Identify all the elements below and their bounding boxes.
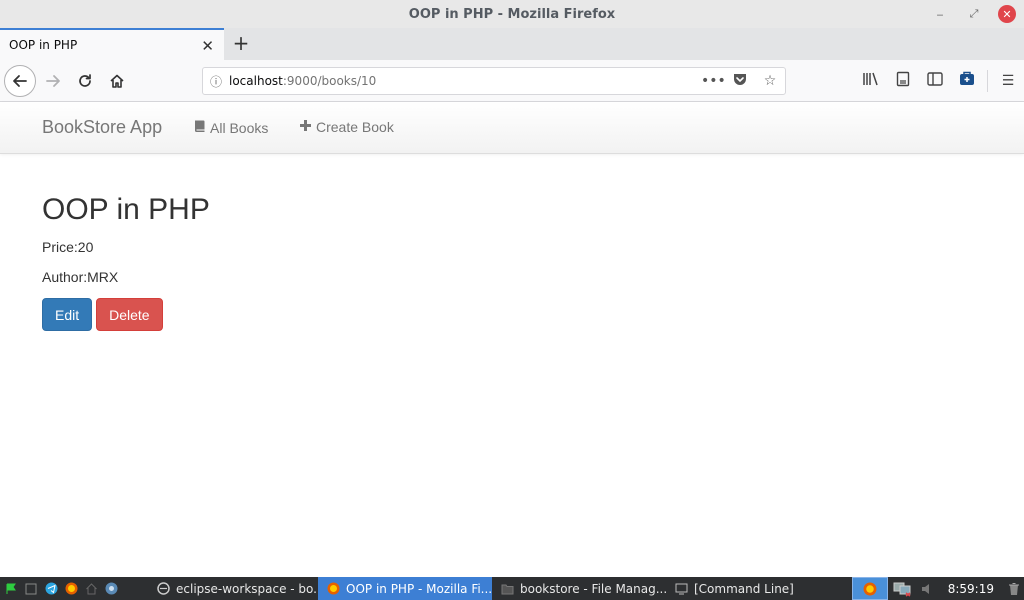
terminal-icon bbox=[674, 582, 688, 596]
clock[interactable]: 8:59:19 bbox=[938, 577, 1004, 600]
system-tray: 8:59:19 bbox=[851, 577, 1024, 600]
nav-link-label: Create Book bbox=[316, 119, 394, 135]
nav-link-create-book[interactable]: Create Book bbox=[299, 119, 394, 135]
folder-icon bbox=[500, 582, 514, 596]
task-label: bookstore - File Manag... bbox=[520, 581, 666, 596]
sidebar-icon[interactable] bbox=[919, 72, 951, 90]
toolbar-right: ☰ bbox=[855, 68, 1024, 94]
tab-oop-in-php[interactable]: OOP in PHP ✕ bbox=[0, 28, 224, 60]
browser-toolbar: ⓘ localhost:9000/books/10 ••• ☆ ☰ bbox=[0, 60, 1024, 102]
firefox-launcher-icon[interactable] bbox=[64, 582, 78, 596]
task-file-manager[interactable]: bookstore - File Manag... bbox=[492, 577, 666, 600]
close-window-button[interactable]: ✕ bbox=[998, 5, 1016, 23]
reload-button[interactable] bbox=[70, 66, 100, 96]
new-tab-button[interactable]: + bbox=[230, 30, 252, 56]
forward-button[interactable] bbox=[38, 66, 68, 96]
minimize-button[interactable]: ‒ bbox=[930, 4, 950, 24]
task-eclipse[interactable]: eclipse-workspace - bo... bbox=[148, 577, 318, 600]
back-icon bbox=[13, 75, 27, 87]
book-author: Author:MRX bbox=[42, 269, 119, 285]
window-titlebar: OOP in PHP - Mozilla Firefox ‒ ⤢ ✕ bbox=[0, 0, 1024, 28]
plus-icon bbox=[299, 119, 312, 135]
url-path: :9000/books/10 bbox=[282, 74, 377, 88]
nav-link-all-books[interactable]: All Books bbox=[194, 119, 268, 136]
book-price: Price:20 bbox=[42, 239, 94, 255]
maximize-button[interactable]: ⤢ bbox=[964, 4, 984, 24]
task-command-line[interactable]: [Command Line] bbox=[666, 577, 826, 600]
eclipse-icon bbox=[156, 582, 170, 596]
reader-icon[interactable] bbox=[887, 71, 919, 91]
tab-close-icon[interactable]: ✕ bbox=[201, 37, 214, 55]
trash-icon[interactable] bbox=[1004, 577, 1024, 600]
info-icon[interactable]: ⓘ bbox=[203, 73, 229, 90]
delete-button[interactable]: Delete bbox=[96, 298, 163, 331]
window-controls: ‒ ⤢ ✕ bbox=[930, 4, 1016, 24]
url-actions: ••• ☆ bbox=[701, 71, 779, 91]
back-button[interactable] bbox=[4, 65, 36, 97]
url-text[interactable]: localhost:9000/books/10 bbox=[229, 74, 376, 88]
url-host: localhost bbox=[229, 74, 283, 88]
tab-label: OOP in PHP bbox=[9, 38, 78, 52]
taskbar-launchers bbox=[0, 582, 148, 596]
book-detail: OOP in PHP Price:20 Author:MRX Edit Dele… bbox=[42, 192, 210, 331]
book-icon bbox=[194, 119, 206, 136]
url-bar[interactable]: ⓘ localhost:9000/books/10 ••• ☆ bbox=[202, 67, 786, 95]
menu-icon[interactable]: ☰ bbox=[992, 73, 1024, 89]
volume-icon[interactable] bbox=[916, 577, 938, 600]
home-button[interactable] bbox=[102, 66, 132, 96]
more-icon[interactable]: ••• bbox=[701, 73, 726, 89]
telegram-icon[interactable] bbox=[44, 582, 58, 596]
forward-icon bbox=[46, 75, 60, 87]
book-title: OOP in PHP bbox=[42, 193, 210, 226]
toolbar-separator bbox=[987, 70, 988, 92]
firefox-tray-icon[interactable] bbox=[851, 577, 888, 600]
task-label: [Command Line] bbox=[694, 581, 794, 596]
home-folder-icon[interactable] bbox=[84, 582, 98, 596]
show-desktop-icon[interactable] bbox=[24, 582, 38, 596]
book-actions: Edit Delete bbox=[42, 298, 210, 331]
reload-icon bbox=[79, 74, 91, 87]
task-firefox[interactable]: OOP in PHP - Mozilla Fi... bbox=[318, 577, 492, 600]
firefox-icon bbox=[326, 582, 340, 596]
tab-strip: OOP in PHP ✕ + bbox=[0, 28, 1024, 60]
edit-button[interactable]: Edit bbox=[42, 298, 93, 331]
network-icon[interactable] bbox=[888, 577, 916, 600]
home-icon bbox=[110, 74, 124, 88]
nav-link-label: All Books bbox=[210, 119, 269, 136]
start-menu-icon[interactable] bbox=[4, 582, 18, 596]
site-navbar: BookStore App All Books Create Book bbox=[0, 102, 1024, 154]
taskbar: eclipse-workspace - bo... OOP in PHP - M… bbox=[0, 577, 1024, 600]
pocket-icon[interactable] bbox=[731, 71, 749, 91]
star-icon[interactable]: ☆ bbox=[761, 73, 779, 89]
browser-launcher-icon[interactable] bbox=[104, 582, 118, 596]
window-title: OOP in PHP - Mozilla Firefox bbox=[408, 6, 616, 22]
site-brand[interactable]: BookStore App bbox=[42, 117, 162, 138]
task-label: OOP in PHP - Mozilla Fi... bbox=[346, 581, 492, 596]
task-label: eclipse-workspace - bo... bbox=[176, 581, 318, 596]
page-content: BookStore App All Books Create Book OOP … bbox=[0, 102, 1024, 577]
extension-icon[interactable] bbox=[951, 71, 983, 91]
library-icon[interactable] bbox=[855, 71, 887, 91]
